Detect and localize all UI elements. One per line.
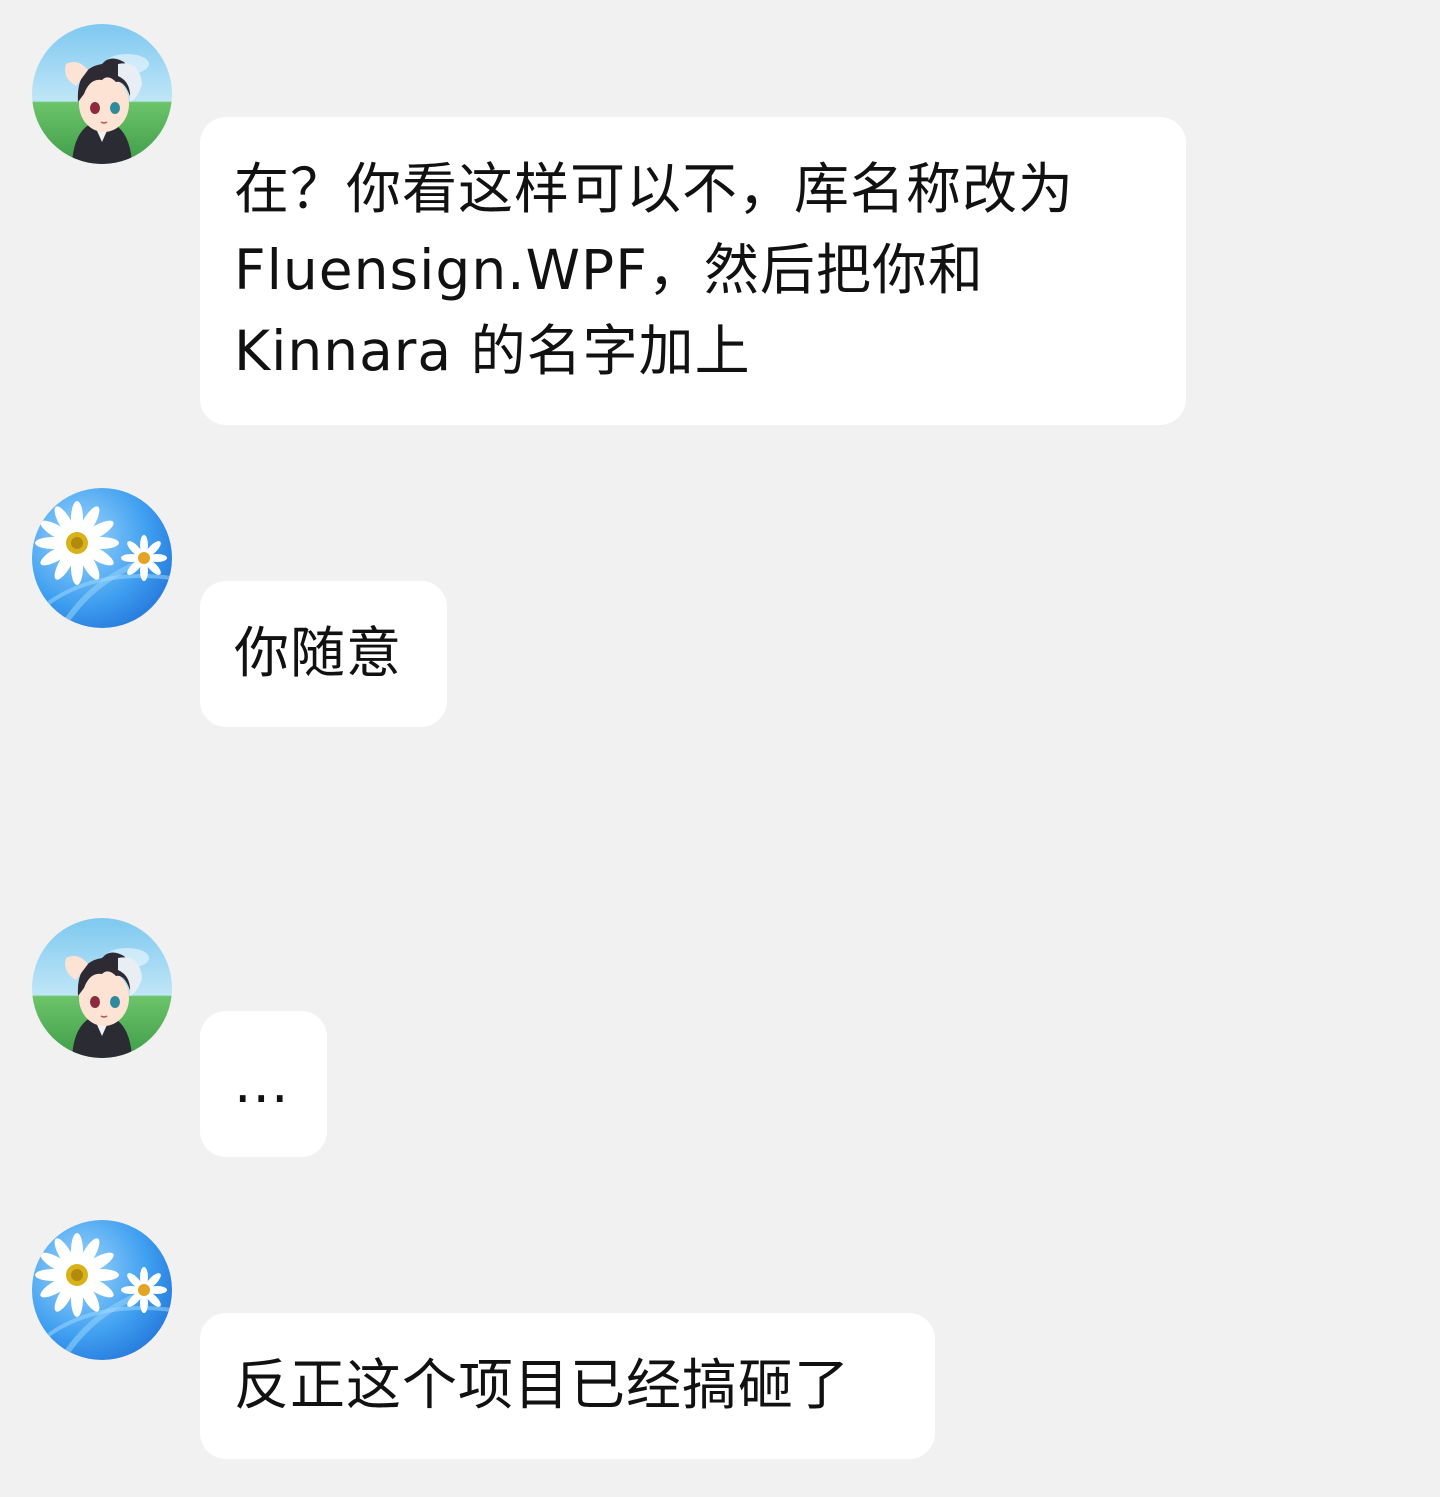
message-text: Fluensign.WPF，然后把你和 xyxy=(234,238,984,302)
daisy-flower-icon xyxy=(32,488,172,628)
avatar[interactable] xyxy=(32,24,172,164)
message-text: ... xyxy=(234,1051,290,1115)
anime-character-icon xyxy=(32,918,172,1058)
avatar[interactable] xyxy=(32,918,172,1058)
message-bubble[interactable]: ... xyxy=(200,1011,327,1157)
message-text: 你随意 xyxy=(234,621,403,685)
message-bubble[interactable]: 你随意 xyxy=(200,581,447,727)
avatar[interactable] xyxy=(32,488,172,628)
message-bubble[interactable]: 在？你看这样可以不，库名称改为 Fluensign.WPF，然后把你和 Kinn… xyxy=(200,117,1186,425)
avatar[interactable] xyxy=(32,1220,172,1360)
message-text: Kinnara 的名字加上 xyxy=(234,319,751,383)
anime-character-icon xyxy=(32,24,172,164)
daisy-flower-icon xyxy=(32,1220,172,1360)
message-text: 在？你看这样可以不，库名称改为 xyxy=(234,157,1075,221)
message-bubble[interactable]: 反正这个项目已经搞砸了 xyxy=(200,1313,935,1459)
message-text: 反正这个项目已经搞砸了 xyxy=(234,1353,851,1417)
